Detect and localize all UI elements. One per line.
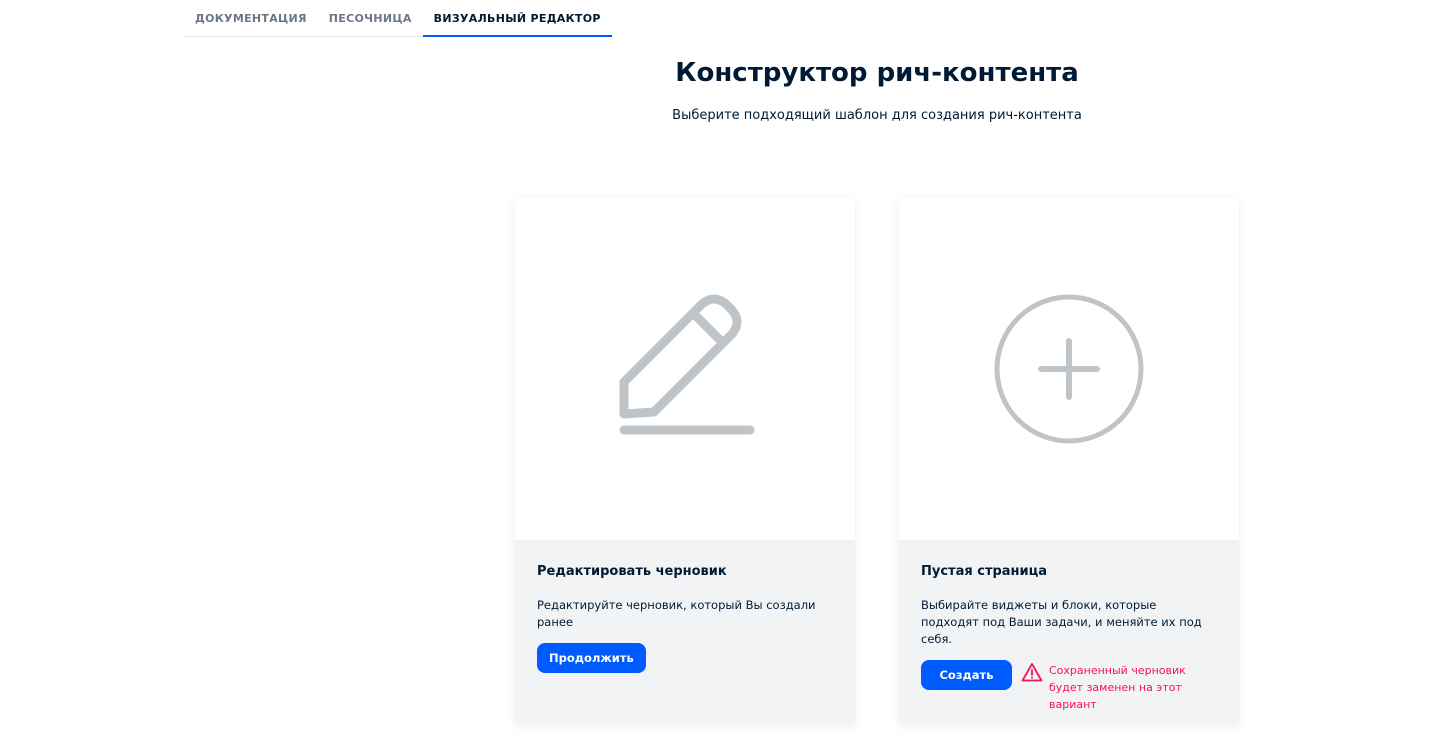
tab-documentation[interactable]: ДОКУМЕНТАЦИЯ [184, 0, 318, 36]
continue-button[interactable]: Продолжить [537, 643, 646, 673]
page-title: Конструктор рич-контента [675, 58, 1079, 88]
card-illustration [899, 198, 1239, 540]
warning-text: Сохраненный черновик будет заменен на эт… [1049, 664, 1186, 711]
card-description: Редактируйте черновик, который Вы создал… [537, 598, 816, 629]
tab-bar: ДОКУМЕНТАЦИЯ ПЕСОЧНИЦА ВИЗУАЛЬНЫЙ РЕДАКТ… [184, 0, 612, 37]
edit-draft-card[interactable]: Редактировать черновик Редактируйте черн… [515, 198, 855, 724]
tab-visual-editor[interactable]: ВИЗУАЛЬНЫЙ РЕДАКТОР [422, 0, 612, 37]
card-description: Выбирайте виджеты и блоки, которые подхо… [921, 598, 1202, 646]
plus-circle-icon [994, 294, 1144, 444]
draft-warning: Сохраненный черновик будет заменен на эт… [1021, 662, 1199, 713]
warning-triangle-icon [1021, 663, 1043, 682]
card-title: Редактировать черновик [537, 564, 727, 579]
card-title: Пустая страница [921, 564, 1048, 579]
blank-page-card[interactable]: Пустая страница Выбирайте виджеты и блок… [899, 198, 1239, 724]
tab-sandbox[interactable]: ПЕСОЧНИЦА [318, 0, 423, 36]
card-actions: Продолжить [537, 643, 833, 673]
create-button[interactable]: Создать [921, 660, 1012, 690]
card-illustration [515, 198, 855, 540]
card-info: Пустая страница Выбирайте виджеты и блок… [899, 540, 1239, 724]
pencil-icon [619, 294, 755, 435]
card-actions: Создать Сохраненный черновик будет замен… [921, 660, 1217, 713]
card-info: Редактировать черновик Редактируйте черн… [515, 540, 855, 724]
page-subtitle: Выберите подходящий шаблон для создания … [672, 108, 1082, 123]
